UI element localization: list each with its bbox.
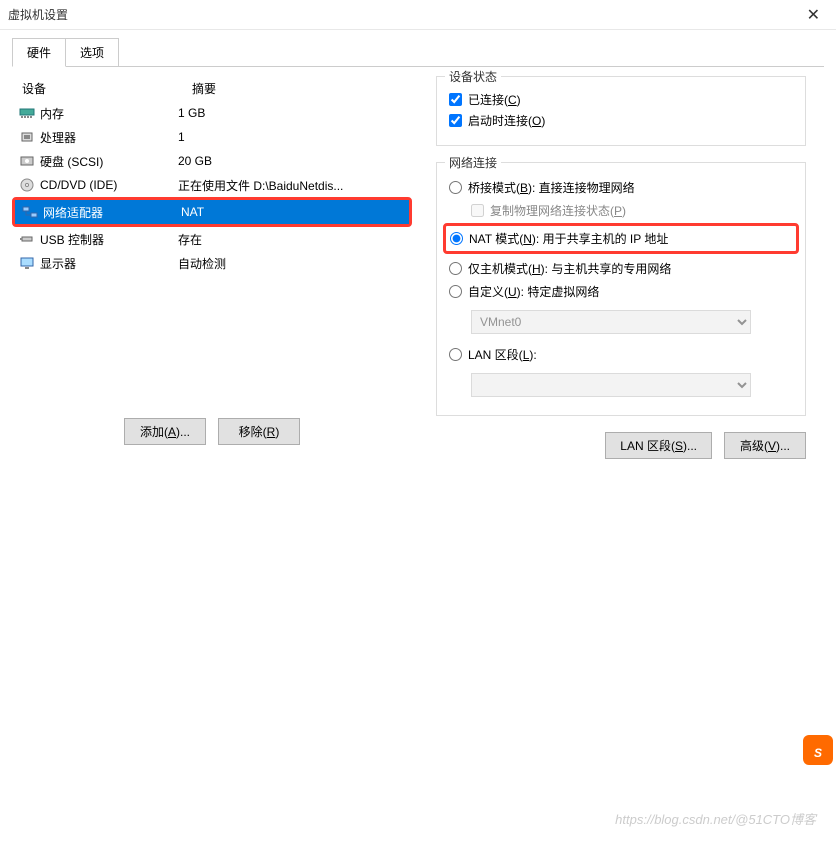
device-row-disk[interactable]: 硬盘 (SCSI) 20 GB xyxy=(12,149,412,173)
connect-on-start-input[interactable] xyxy=(449,114,462,127)
device-name: 内存 xyxy=(40,105,64,122)
device-name: 网络适配器 xyxy=(43,204,103,221)
device-name: USB 控制器 xyxy=(40,231,104,248)
tab-options[interactable]: 选项 xyxy=(65,38,119,67)
network-connection-group: 网络连接 桥接模式(B): 直接连接物理网络 复制物理网络连接状态(P) NAT… xyxy=(436,162,806,416)
device-panel: 设备 摘要 内存 1 GB 处理器 1 硬盘 (SCSI) 20 GB CD/D… xyxy=(12,76,412,459)
memory-icon xyxy=(18,105,36,121)
connected-input[interactable] xyxy=(449,93,462,106)
titlebar: 虚拟机设置 ✕ xyxy=(0,0,836,30)
connect-on-start-checkbox[interactable]: 启动时连接(O) xyxy=(449,112,793,129)
hostonly-radio[interactable]: 仅主机模式(H): 与主机共享的专用网络 xyxy=(449,260,793,277)
lanseg-input[interactable] xyxy=(449,348,462,361)
device-buttons: 添加(A)... 移除(R) xyxy=(12,410,412,459)
device-summary: 20 GB xyxy=(178,154,406,168)
close-icon[interactable]: ✕ xyxy=(799,5,828,25)
add-button[interactable]: 添加(A)... xyxy=(124,418,206,445)
device-summary: NAT xyxy=(181,205,403,219)
nat-radio[interactable]: NAT 模式(N): 用于共享主机的 IP 地址 xyxy=(450,230,792,247)
device-row-cpu[interactable]: 处理器 1 xyxy=(12,125,412,149)
svg-text:S: S xyxy=(814,746,822,760)
device-summary: 自动检测 xyxy=(178,255,406,272)
device-summary: 1 xyxy=(178,130,406,144)
cpu-icon xyxy=(18,129,36,145)
device-name: 硬盘 (SCSI) xyxy=(40,153,103,170)
hostonly-input[interactable] xyxy=(449,262,462,275)
device-table: 设备 摘要 内存 1 GB 处理器 1 硬盘 (SCSI) 20 GB CD/D… xyxy=(12,76,412,275)
cd-icon xyxy=(18,177,36,193)
device-row-cd[interactable]: CD/DVD (IDE) 正在使用文件 D:\BaiduNetdis... xyxy=(12,173,412,197)
settings-panel: 设备状态 已连接(C) 启动时连接(O) 网络连接 桥接模式(B): 直接连接物… xyxy=(436,76,806,459)
network-icon xyxy=(21,204,39,220)
tabs: 硬件 选项 xyxy=(0,38,836,67)
lan-segments-button[interactable]: LAN 区段(S)... xyxy=(605,432,712,459)
remove-button[interactable]: 移除(R) xyxy=(218,418,300,445)
lanseg-select xyxy=(471,373,751,397)
advanced-button[interactable]: 高级(V)... xyxy=(724,432,806,459)
lanseg-radio[interactable]: LAN 区段(L): xyxy=(449,346,793,363)
device-status-group: 设备状态 已连接(C) 启动时连接(O) xyxy=(436,76,806,146)
custom-input[interactable] xyxy=(449,285,462,298)
connected-checkbox[interactable]: 已连接(C) xyxy=(449,91,793,108)
sogou-ime-icon: S xyxy=(800,732,836,768)
replicate-input xyxy=(471,204,484,217)
device-name: 显示器 xyxy=(40,255,76,272)
window-title: 虚拟机设置 xyxy=(8,6,799,23)
device-row-display[interactable]: 显示器 自动检测 xyxy=(12,251,412,275)
network-connection-title: 网络连接 xyxy=(445,154,501,171)
device-summary: 1 GB xyxy=(178,106,406,120)
highlight-nat: NAT 模式(N): 用于共享主机的 IP 地址 xyxy=(443,223,799,254)
custom-radio[interactable]: 自定义(U): 特定虚拟网络 xyxy=(449,283,793,300)
highlight-network-row: 网络适配器 NAT xyxy=(12,197,412,227)
content: 设备 摘要 内存 1 GB 处理器 1 硬盘 (SCSI) 20 GB CD/D… xyxy=(0,68,836,459)
device-row-memory[interactable]: 内存 1 GB xyxy=(12,101,412,125)
device-row-network[interactable]: 网络适配器 NAT xyxy=(15,200,409,224)
bridged-input[interactable] xyxy=(449,181,462,194)
bridged-radio[interactable]: 桥接模式(B): 直接连接物理网络 xyxy=(449,179,793,196)
disk-icon xyxy=(18,153,36,169)
tab-hardware[interactable]: 硬件 xyxy=(12,38,66,67)
custom-select: VMnet0 xyxy=(471,310,751,334)
device-name: CD/DVD (IDE) xyxy=(40,178,117,192)
replicate-checkbox: 复制物理网络连接状态(P) xyxy=(471,202,793,219)
device-row-usb[interactable]: USB 控制器 存在 xyxy=(12,227,412,251)
usb-icon xyxy=(18,231,36,247)
display-icon xyxy=(18,255,36,271)
right-buttons: LAN 区段(S)... 高级(V)... xyxy=(436,432,806,459)
device-summary: 存在 xyxy=(178,231,406,248)
device-summary: 正在使用文件 D:\BaiduNetdis... xyxy=(178,177,406,194)
device-table-header: 设备 摘要 xyxy=(12,76,412,101)
tab-underline xyxy=(12,66,824,67)
device-name: 处理器 xyxy=(40,129,76,146)
col-summary: 摘要 xyxy=(192,80,402,97)
nat-input[interactable] xyxy=(450,232,463,245)
col-device: 设备 xyxy=(22,80,192,97)
device-status-title: 设备状态 xyxy=(445,68,501,85)
watermark: https://blog.csdn.net/@51CTO博客 xyxy=(615,809,816,828)
